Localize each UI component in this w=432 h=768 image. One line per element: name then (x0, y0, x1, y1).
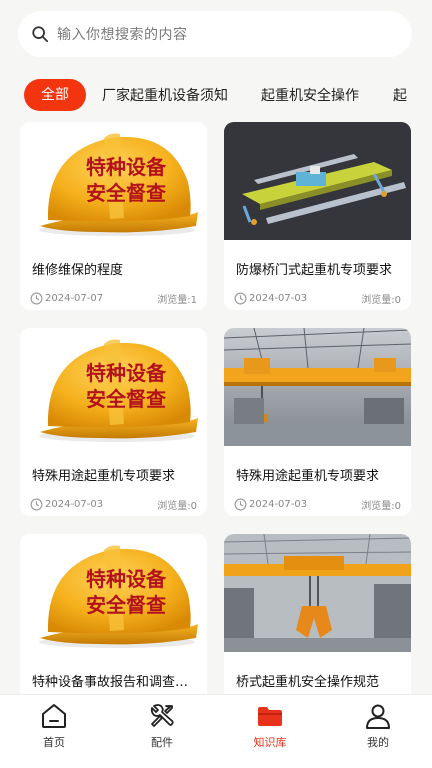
article-card[interactable]: 特殊用途起重机专项要求 2024-07-03 浏览量:0 (224, 328, 411, 516)
nav-parts-label: 配件 (151, 736, 173, 749)
article-meta: 2024-07-03 浏览量:0 (224, 291, 411, 306)
helmet-text-line-1: 特种设备 (86, 155, 167, 179)
view-count: 浏览量:0 (157, 501, 197, 512)
folder-icon (258, 707, 282, 726)
clock-icon (30, 292, 43, 305)
helmet-text-line-1: 特种设备 (86, 361, 167, 385)
helmet-text-line-2: 安全督查 (86, 387, 166, 411)
article-date: 2024-07-03 (45, 499, 104, 510)
view-count: 浏览量:0 (361, 295, 401, 306)
article-title: 维修维保的程度 (32, 263, 124, 278)
article-meta: 2024-07-03 浏览量:0 (224, 497, 411, 512)
nav-home-label: 首页 (43, 736, 65, 749)
nav-mine-label: 我的 (367, 736, 389, 749)
article-grid: 特种设备 安全督查 维修维保的程度 2024-07-07 浏览量:1 防爆桥门式… (0, 0, 432, 768)
article-meta: 2024-07-03 浏览量:0 (20, 497, 207, 512)
nav-knowledge-label: 知识库 (253, 736, 287, 749)
article-title: 特殊用途起重机专项要求 (32, 469, 176, 484)
home-icon (42, 704, 66, 728)
helmet-image: 特种设备 安全督查 (20, 122, 207, 240)
nav-parts[interactable]: 配件 (108, 695, 216, 768)
helmet-image: 特种设备 安全督查 (20, 328, 207, 446)
clock-icon (30, 498, 43, 511)
tools-icon (150, 704, 174, 727)
helmet-text-line-1: 特种设备 (86, 567, 167, 591)
article-card[interactable]: 特种设备 安全督查 特种设备事故报告和调查… (20, 534, 207, 694)
article-date: 2024-07-07 (45, 293, 104, 304)
article-title: 特殊用途起重机专项要求 (236, 469, 380, 484)
article-title: 防爆桥门式起重机专项要求 (236, 263, 393, 278)
article-card[interactable]: 防爆桥门式起重机专项要求 2024-07-03 浏览量:0 (224, 122, 411, 310)
user-icon (366, 704, 390, 729)
grab-crane-image (224, 534, 411, 652)
view-count: 浏览量:1 (157, 295, 197, 306)
view-count: 浏览量:0 (361, 501, 401, 512)
article-card[interactable]: 特种设备 安全督查 维修维保的程度 2024-07-07 浏览量:1 (20, 122, 207, 310)
article-date: 2024-07-03 (249, 499, 308, 510)
article-meta: 2024-07-07 浏览量:1 (20, 291, 207, 306)
bottom-nav: 首页 配件 知识库 我的 (0, 694, 432, 768)
helmet-text-line-2: 安全督查 (86, 181, 166, 205)
article-title: 桥式起重机安全操作规范 (236, 675, 380, 690)
nav-knowledge[interactable]: 知识库 (216, 695, 324, 768)
article-card[interactable]: 特种设备 安全督查 特殊用途起重机专项要求 2024-07-03 浏览量:0 (20, 328, 207, 516)
clock-icon (234, 498, 247, 511)
nav-home[interactable]: 首页 (0, 695, 108, 768)
clock-icon (234, 292, 247, 305)
helmet-image: 特种设备 安全督查 (20, 534, 207, 652)
nav-mine[interactable]: 我的 (324, 695, 432, 768)
article-card[interactable]: 桥式起重机安全操作规范 (224, 534, 411, 694)
article-date: 2024-07-03 (249, 293, 308, 304)
crane-factory-image (224, 328, 411, 446)
article-title: 特种设备事故报告和调查… (32, 675, 189, 690)
helmet-text-line-2: 安全督查 (86, 593, 166, 617)
crane-render-image (224, 122, 411, 240)
